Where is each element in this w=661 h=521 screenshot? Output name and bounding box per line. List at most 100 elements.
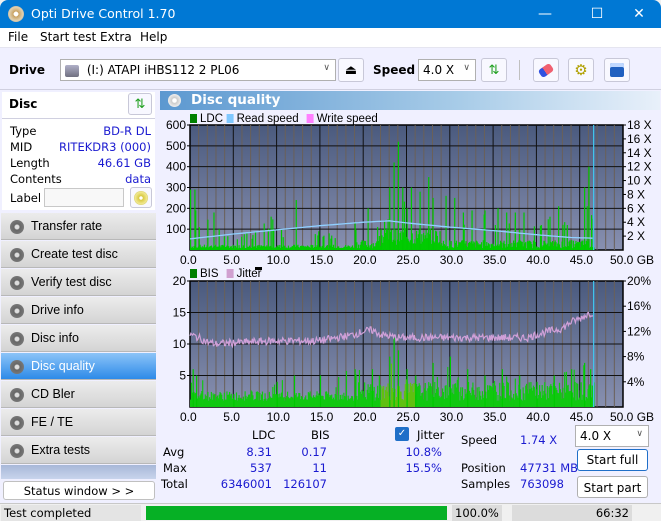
title-bar: Opti Drive Control 1.70 — ☐ ✕ xyxy=(0,0,661,28)
drive-value: (I:) ATAPI iHBS112 2 PL06 xyxy=(86,63,240,77)
disc-panel: Disc ⇅ Type BD-R DL MID RITEKDR3 (000) L… xyxy=(2,92,155,210)
jitter-checkbox[interactable]: ✓ xyxy=(395,427,409,441)
save-icon xyxy=(610,63,624,77)
disc-type-label: Type xyxy=(10,124,37,138)
drive-label: Drive xyxy=(9,63,45,77)
gears-icon: ⚙ xyxy=(574,61,588,79)
total-ldc: 6346001 xyxy=(220,477,272,491)
panel-title: Disc quality xyxy=(191,92,281,108)
test-speed-select[interactable]: 4.0 X ∨ xyxy=(575,425,649,447)
samples-value: 763098 xyxy=(520,477,564,491)
disc-label-label: Label xyxy=(10,191,42,205)
max-bis: 11 xyxy=(312,461,327,475)
nav-disc-quality[interactable]: Disc quality xyxy=(1,353,156,380)
menu-bar: File Start test Extra Help xyxy=(0,28,661,48)
nav-disc-info[interactable]: Disc info xyxy=(1,325,156,352)
toolbar-divider xyxy=(519,60,520,80)
menu-help[interactable]: Help xyxy=(140,30,167,44)
eject-button[interactable]: ⏏ xyxy=(338,58,364,82)
col-bis-header: BIS xyxy=(311,428,330,442)
start-full-button[interactable]: Start full xyxy=(577,449,648,471)
disc-info-icon xyxy=(10,332,24,346)
speed-stat-value: 1.74 X xyxy=(520,433,558,447)
nav-spacer xyxy=(1,465,156,479)
menu-start-test[interactable]: Start test xyxy=(40,30,96,44)
create-disc-icon xyxy=(10,248,24,262)
status-bar: Test completed 100.0% 66:32 xyxy=(0,503,661,521)
speed-value: 4.0 X xyxy=(423,63,455,77)
nav-extra-tests[interactable]: Extra tests xyxy=(1,437,156,464)
progress-fill xyxy=(146,506,447,520)
extra-tests-icon xyxy=(10,444,24,458)
nav-create-test-disc[interactable]: Create test disc xyxy=(1,241,156,268)
nav-fe-te[interactable]: FE / TE xyxy=(1,409,156,436)
nav-cd-bler[interactable]: CD Bler xyxy=(1,381,156,408)
refresh-icon: ⇅ xyxy=(488,62,500,78)
col-ldc-header: LDC xyxy=(252,428,276,442)
elapsed-time: 66:32 xyxy=(512,505,632,521)
verify-disc-icon xyxy=(10,276,24,290)
menu-extra[interactable]: Extra xyxy=(100,30,132,44)
disc-refresh-button[interactable]: ⇅ xyxy=(128,93,152,115)
speed-label: Speed xyxy=(373,63,416,77)
disc-length-label: Length xyxy=(10,156,50,170)
sidebar: Disc ⇅ Type BD-R DL MID RITEKDR3 (000) L… xyxy=(0,90,157,503)
position-label: Position xyxy=(461,461,506,475)
refresh-button[interactable]: ⇅ xyxy=(481,58,507,82)
progress-text: 100.0% xyxy=(452,505,502,521)
chevron-down-icon: ∨ xyxy=(323,63,330,73)
disc-contents-label: Contents xyxy=(10,172,62,186)
status-window-button[interactable]: Status window > > xyxy=(3,481,155,500)
nav-verify-test-disc[interactable]: Verify test disc xyxy=(1,269,156,296)
disc-length-value: 46.61 GB xyxy=(97,156,151,170)
disc-quality-icon xyxy=(10,360,24,374)
chevron-down-icon: ∨ xyxy=(636,429,643,439)
disc-type-value: BD-R DL xyxy=(103,124,151,138)
total-label: Total xyxy=(161,477,188,491)
disc-header: Disc xyxy=(9,97,38,111)
window-title: Opti Drive Control 1.70 xyxy=(31,6,176,21)
disc-mid-label: MID xyxy=(10,140,33,154)
max-ldc: 537 xyxy=(250,461,272,475)
disc-icon xyxy=(134,190,148,205)
save-button[interactable] xyxy=(604,58,630,82)
disc-contents-value: data xyxy=(125,172,151,186)
maximize-button[interactable]: ☐ xyxy=(574,0,620,28)
progress-bar xyxy=(146,506,447,520)
position-value: 47731 MB xyxy=(520,461,579,475)
avg-bis: 0.17 xyxy=(301,445,327,459)
max-jitter: 15.5% xyxy=(405,461,442,475)
disc-mid-value: RITEKDR3 (000) xyxy=(59,140,151,154)
speed-stat-label: Speed xyxy=(461,433,498,447)
speed-select[interactable]: 4.0 X ∨ xyxy=(418,59,476,81)
drive-select[interactable]: (I:) ATAPI iHBS112 2 PL06 ∨ xyxy=(60,59,336,81)
test-speed-value: 4.0 X xyxy=(580,429,612,443)
disc-quality-icon xyxy=(168,94,181,107)
jitter-header: Jitter xyxy=(417,428,445,442)
nav-transfer-rate[interactable]: Transfer rate xyxy=(1,213,156,240)
settings-button[interactable]: ⚙ xyxy=(568,58,594,82)
panel-header: Disc quality xyxy=(160,91,660,110)
menu-file[interactable]: File xyxy=(8,30,28,44)
disc-label-input[interactable] xyxy=(44,188,124,207)
total-bis: 126107 xyxy=(283,477,327,491)
samples-label: Samples xyxy=(461,477,511,491)
app-icon xyxy=(8,6,24,22)
status-text: Test completed xyxy=(1,505,141,521)
disc-label-button[interactable] xyxy=(130,187,152,208)
minimize-button[interactable]: — xyxy=(522,0,568,28)
nav-drive-info[interactable]: Drive info xyxy=(1,297,156,324)
eraser-icon xyxy=(537,62,555,78)
start-part-button[interactable]: Start part xyxy=(577,476,648,498)
divider xyxy=(2,118,155,119)
max-label: Max xyxy=(163,461,187,475)
chevron-down-icon: ∨ xyxy=(463,63,470,73)
transfer-rate-icon xyxy=(10,220,24,234)
close-button[interactable]: ✕ xyxy=(616,0,661,28)
cd-bler-icon xyxy=(10,388,24,402)
avg-jitter: 10.8% xyxy=(405,445,442,459)
eject-icon: ⏏ xyxy=(344,62,358,78)
fe-te-icon xyxy=(10,416,24,430)
erase-button[interactable] xyxy=(533,58,559,82)
drive-info-icon xyxy=(10,304,24,318)
